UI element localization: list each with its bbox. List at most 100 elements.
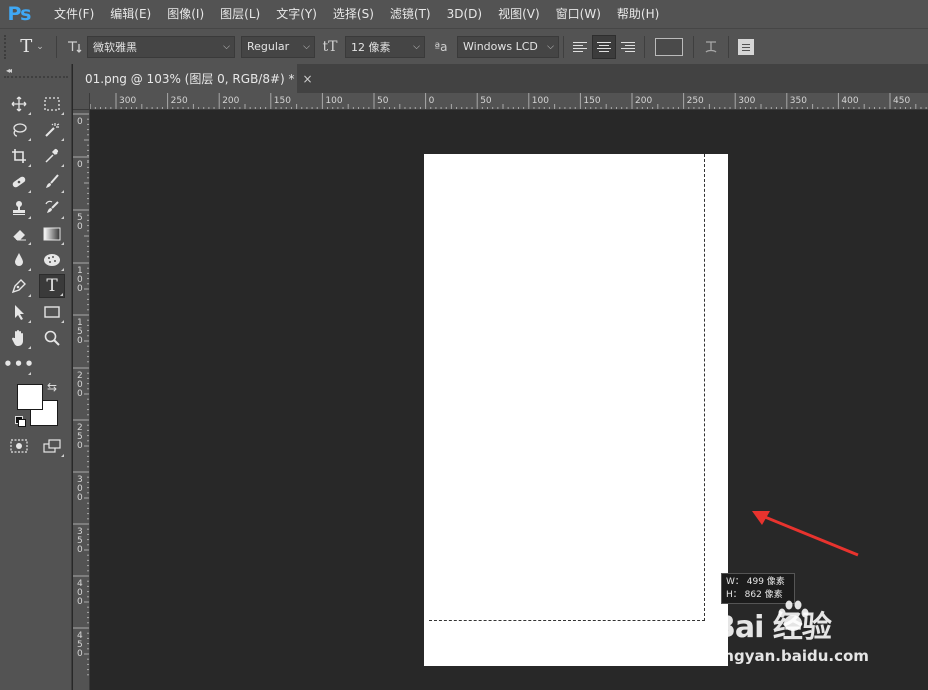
menu-window[interactable]: 窗口(W) <box>548 0 609 28</box>
collapse-icon[interactable]: ◂◂ <box>6 66 12 75</box>
chevron-down-icon: ⌵ <box>223 41 230 52</box>
menu-type[interactable]: 文字(Y) <box>268 0 325 28</box>
menu-file[interactable]: 文件(F) <box>46 0 102 28</box>
menu-3d[interactable]: 3D(D) <box>439 0 490 28</box>
divider <box>644 35 645 58</box>
ruler-label: 0 <box>77 117 83 127</box>
ruler-label: 0 <box>77 649 83 659</box>
options-bar-grip[interactable] <box>4 34 12 59</box>
menu-help[interactable]: 帮助(H) <box>609 0 667 28</box>
hand-tool[interactable] <box>6 326 32 350</box>
vertical-ruler-ticks: 0050100150200250300350400450 <box>73 113 89 676</box>
watermark-brand: Bai 经验 <box>713 610 832 645</box>
brush-tool[interactable] <box>39 170 65 194</box>
menu-bar: Ps 文件(F) 编辑(E) 图像(I) 图层(L) 文字(Y) 选择(S) 滤… <box>0 0 928 28</box>
watermark-url: jingyan.baidu.com <box>713 647 869 665</box>
clone-stamp-tool[interactable] <box>6 196 32 220</box>
swap-colors-icon[interactable]: ⇆ <box>47 380 57 394</box>
healing-brush-tool[interactable] <box>6 170 32 194</box>
baidu-paw-icon <box>778 600 809 631</box>
screen-mode-button[interactable] <box>39 434 65 458</box>
ruler-label: 100 <box>325 96 342 106</box>
horizontal-ruler[interactable]: 300 250 200 150 100 50 0 50 100 150 200 250 300 350 40… <box>90 93 928 110</box>
menu-edit[interactable]: 编辑(E) <box>102 0 159 28</box>
text-color-swatch[interactable] <box>655 37 683 56</box>
marquee-tool[interactable] <box>39 92 65 116</box>
font-style-select[interactable]: Regular ⌵ <box>241 35 315 58</box>
divider <box>563 35 564 58</box>
close-icon[interactable]: × <box>303 72 313 86</box>
font-size-select[interactable]: 12 像素 ⌵ <box>345 35 425 58</box>
pen-icon <box>11 279 26 294</box>
font-size-value: 12 像素 <box>351 40 391 54</box>
ruler-label: 0 <box>77 389 83 399</box>
chevron-down-icon: ⌵ <box>547 41 554 52</box>
history-brush-icon <box>45 200 59 213</box>
character-panel-button[interactable] <box>733 34 759 60</box>
pen-tool[interactable] <box>6 274 32 298</box>
watermark: Bai 经验 jingyan.baidu.com <box>705 590 895 680</box>
more-tools-button[interactable]: ••• <box>3 352 34 376</box>
ruler-label: 150 <box>583 96 600 106</box>
rectangle-marquee-icon <box>44 97 60 111</box>
horizontal-ruler-ticks: 300 250 200 150 100 50 0 50 100 150 200 250 300 350 40… <box>90 93 927 109</box>
ruler-label: 0 <box>77 545 83 555</box>
sponge-tool[interactable] <box>39 248 65 272</box>
type-tool-icon: T <box>20 36 33 57</box>
antialias-select[interactable]: Windows LCD ⌵ <box>457 35 559 58</box>
foreground-color-swatch[interactable] <box>17 384 43 410</box>
blur-tool[interactable] <box>6 248 32 272</box>
ruler-label: 250 <box>687 96 704 106</box>
crop-tool[interactable] <box>6 144 32 168</box>
vertical-ruler[interactable]: 0050100150200250300350400450 <box>73 110 90 690</box>
photoshop-logo: Ps <box>7 3 32 25</box>
document-canvas[interactable] <box>424 154 728 666</box>
font-family-select[interactable]: 微软雅黑 ⌵ <box>87 35 235 58</box>
ruler-origin[interactable] <box>73 93 90 110</box>
menu-select[interactable]: 选择(S) <box>325 0 382 28</box>
history-brush-tool[interactable] <box>39 196 65 220</box>
ruler-label: 300 <box>119 96 136 106</box>
options-bar: T ⌄ 微软雅黑 ⌵ Regular ⌵ tT 12 像素 ⌵ ªa Windo… <box>0 28 928 64</box>
tools-panel-grip[interactable] <box>4 76 68 88</box>
lasso-tool[interactable] <box>6 118 32 142</box>
menu-view[interactable]: 视图(V) <box>490 0 548 28</box>
toggle-text-orientation-button[interactable] <box>61 34 87 60</box>
tool-preset-picker[interactable]: T ⌄ <box>12 33 52 61</box>
tools-panel: ◂◂ T ••• ⇆ <box>0 64 72 690</box>
align-center-button[interactable] <box>592 34 616 59</box>
align-left-button[interactable] <box>568 35 592 59</box>
ruler-label: 200 <box>222 96 239 106</box>
magic-wand-tool[interactable] <box>39 118 65 142</box>
ruler-label: 0 <box>77 284 83 294</box>
horizontal-type-tool[interactable]: T <box>39 274 65 298</box>
eyedropper-tool[interactable] <box>39 144 65 168</box>
move-tool[interactable] <box>6 92 32 116</box>
ruler-label: 0 <box>77 493 83 503</box>
ruler-label: 200 <box>635 96 652 106</box>
zoom-tool[interactable] <box>39 326 65 350</box>
menu-filter[interactable]: 滤镜(T) <box>382 0 439 28</box>
eraser-tool[interactable] <box>6 222 32 246</box>
menu-image[interactable]: 图像(I) <box>159 0 212 28</box>
gradient-tool[interactable] <box>39 222 65 246</box>
menu-layer[interactable]: 图层(L) <box>212 0 268 28</box>
text-box-bottom-edge <box>429 620 705 621</box>
divider <box>56 35 57 58</box>
align-right-button[interactable] <box>616 35 640 59</box>
rectangle-tool[interactable] <box>39 300 65 324</box>
lasso-icon <box>13 123 27 137</box>
warp-text-button[interactable] <box>698 34 724 60</box>
default-colors-icon[interactable] <box>15 416 26 427</box>
gradient-icon <box>43 227 61 241</box>
document-title: 01.png @ 103% (图层 0, RGB/8#) * <box>85 72 295 86</box>
text-orientation-icon <box>68 40 82 53</box>
magic-wand-icon <box>45 123 60 137</box>
document-tab[interactable]: 01.png @ 103% (图层 0, RGB/8#) * × <box>73 64 313 93</box>
quick-mask-button[interactable] <box>6 434 32 458</box>
sponge-icon <box>44 254 60 266</box>
divider <box>693 35 694 58</box>
hand-icon <box>12 330 23 346</box>
path-selection-tool[interactable] <box>6 300 32 324</box>
stamp-icon <box>13 201 25 215</box>
